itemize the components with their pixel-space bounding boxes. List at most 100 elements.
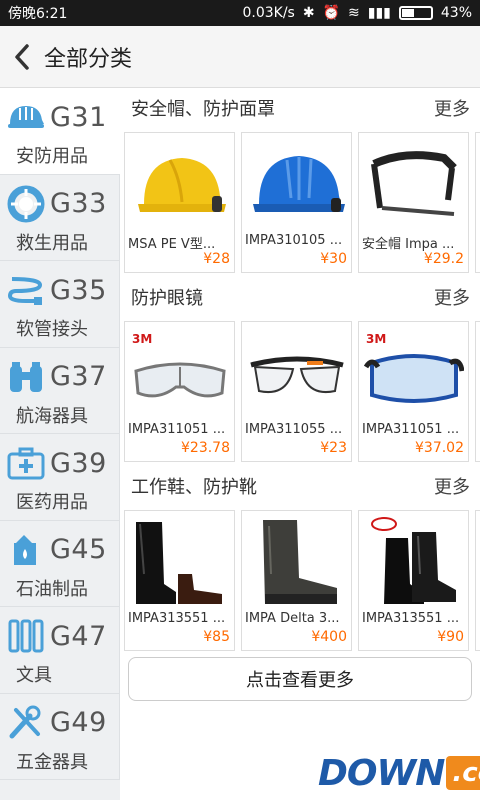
safety-glasses-orange-image — [242, 322, 351, 422]
bluetooth-icon: ✱ — [302, 5, 315, 21]
alarm-icon: ⏰ — [322, 5, 341, 21]
back-button[interactable] — [0, 26, 44, 88]
stationery-icon — [8, 619, 44, 653]
binoculars-icon — [10, 361, 42, 392]
product-name: IMPA313551 ... — [128, 611, 226, 626]
status-time: 傍晚6:21 — [8, 6, 68, 22]
watermark-text: DOWN — [318, 752, 445, 794]
oil-can-icon — [14, 534, 36, 565]
header: 全部分类 — [0, 26, 480, 88]
sidebar-label: 软管接头 — [16, 319, 88, 340]
sidebar-label: 五金器具 — [16, 751, 88, 773]
product-card[interactable]: IMPA310105 ... ¥30 — [241, 132, 352, 273]
page-title: 全部分类 — [44, 46, 133, 72]
product-name: IMPA311051 ... — [362, 422, 460, 437]
sidebar-item-g49[interactable]: G49 五金器具 — [0, 693, 120, 780]
sidebar-item-g37[interactable]: G37 航海器具 — [0, 347, 120, 434]
product-card[interactable]: 3M IMPA311051 ... ¥37.02 — [358, 321, 469, 462]
grey-boots-image — [242, 511, 351, 611]
product-card[interactable]: IMPA Delta 3... ¥400 — [241, 510, 352, 651]
product-name: IMPA313551 ... — [362, 611, 460, 626]
battery-icon — [398, 6, 433, 20]
wifi-icon: ≋ — [348, 5, 360, 21]
product-name: IMPA311051 ... — [128, 422, 226, 437]
product-price: ¥29.2 — [423, 251, 464, 267]
sidebar-item-g35[interactable]: G35 软管接头 — [0, 261, 120, 348]
section-helmets: 安全帽、防护面罩 更多 MSA PE V型... ¥28 IMPA310105 … — [120, 88, 480, 273]
product-card-partial[interactable] — [475, 510, 480, 651]
view-more-button[interactable]: 点击查看更多 — [128, 657, 472, 701]
section-boots: 工作鞋、防护靴 更多 IMPA313551 ... ¥85 IMPA Delta… — [120, 466, 480, 651]
product-card[interactable]: MSA PE V型... ¥28 — [124, 132, 235, 273]
product-card[interactable]: IMPA313551 ... ¥90 — [358, 510, 469, 651]
safety-goggles-image: 3M — [359, 322, 468, 422]
product-price: ¥85 — [203, 629, 230, 645]
hose-icon — [7, 277, 43, 305]
sidebar-label: 文具 — [16, 665, 52, 686]
tools-icon — [9, 705, 41, 738]
section-title: 安全帽、防护面罩 — [131, 99, 275, 120]
product-price: ¥37.02 — [415, 440, 464, 456]
sidebar-item-g45[interactable]: G45 石油制品 — [0, 520, 120, 607]
section-title: 工作鞋、防护靴 — [131, 477, 257, 498]
product-card[interactable]: 3M IMPA311051 ... ¥23.78 — [124, 321, 235, 462]
product-card[interactable]: IMPA311055 ... ¥23 — [241, 321, 352, 462]
sidebar-code: G31 — [50, 101, 107, 133]
watermark-suffix: .cc — [446, 756, 480, 790]
product-price: ¥28 — [203, 251, 230, 267]
product-card[interactable]: IMPA313551 ... ¥85 — [124, 510, 235, 651]
product-name: IMPA Delta 3... — [245, 611, 340, 626]
signal-icon: ▮▮▮ — [367, 5, 391, 21]
back-arrow-icon — [15, 43, 29, 70]
more-link[interactable]: 更多 — [434, 473, 470, 499]
safety-glasses-image: 3M — [125, 322, 234, 422]
sidebar-label: 石油制品 — [16, 578, 88, 600]
sidebar-item-g31[interactable]: G31 安防用品 — [0, 88, 120, 175]
lifebuoy-icon — [7, 185, 45, 222]
svg-text:3M: 3M — [132, 332, 152, 346]
sidebar-code: G39 — [50, 447, 107, 479]
product-price: ¥23.78 — [181, 440, 230, 456]
product-card-partial[interactable] — [475, 132, 480, 273]
sidebar-code: G35 — [50, 274, 107, 306]
sidebar-label: 医药用品 — [16, 492, 88, 513]
rain-boots-image — [359, 511, 468, 611]
first-aid-kit-icon — [7, 447, 45, 480]
sidebar-item-g47[interactable]: G47 文具 — [0, 607, 120, 694]
sidebar-code: G33 — [50, 188, 107, 219]
section-glasses: 防护眼镜 更多 3M IMPA311051 ... ¥23.78 IMPA311… — [120, 277, 480, 462]
helmet-icon — [8, 106, 44, 128]
sidebar-code: G37 — [50, 361, 107, 392]
more-link[interactable]: 更多 — [434, 284, 470, 310]
sidebar-label: 救生用品 — [16, 232, 88, 254]
face-shield-bracket-image — [359, 133, 468, 233]
sidebar-code: G47 — [50, 620, 107, 652]
blue-helmet-image — [242, 133, 351, 233]
product-price: ¥30 — [320, 251, 347, 267]
product-price: ¥23 — [320, 440, 347, 456]
product-price: ¥400 — [311, 629, 347, 645]
sidebar-item-g39[interactable]: G39 医药用品 — [0, 434, 120, 521]
status-bar: 傍晚6:21 0.03K/s ✱ ⏰ ≋ ▮▮▮ 43% — [0, 0, 480, 26]
network-speed: 0.03K/s — [242, 5, 295, 21]
sidebar-label: 安防用品 — [16, 146, 88, 167]
battery-percent: 43% — [440, 5, 472, 21]
black-boots-image — [125, 511, 234, 611]
product-card-partial[interactable] — [475, 321, 480, 462]
product-name: IMPA311055 ... — [245, 422, 343, 437]
product-price: ¥90 — [437, 629, 464, 645]
watermark-logo: DOWN .cc — [318, 750, 480, 796]
sidebar-code: G49 — [50, 707, 107, 738]
yellow-helmet-image — [125, 133, 234, 233]
svg-text:3M: 3M — [366, 332, 386, 346]
product-name: MSA PE V型... — [128, 237, 216, 251]
section-title: 防护眼镜 — [131, 288, 203, 309]
more-link[interactable]: 更多 — [434, 95, 470, 121]
product-card[interactable]: 安全帽 Impa ... ¥29.2 — [358, 132, 469, 273]
product-name: IMPA310105 ... — [245, 233, 343, 248]
sidebar-code: G45 — [50, 534, 107, 565]
sidebar-label: 航海器具 — [16, 405, 88, 427]
sidebar-item-g33[interactable]: G33 救生用品 — [0, 174, 120, 261]
product-name: 安全帽 Impa ... — [362, 237, 455, 251]
category-sidebar: G31 安防用品 G33 救生用品 G35 软管接头 G37 航海器具 G39 … — [0, 88, 120, 800]
